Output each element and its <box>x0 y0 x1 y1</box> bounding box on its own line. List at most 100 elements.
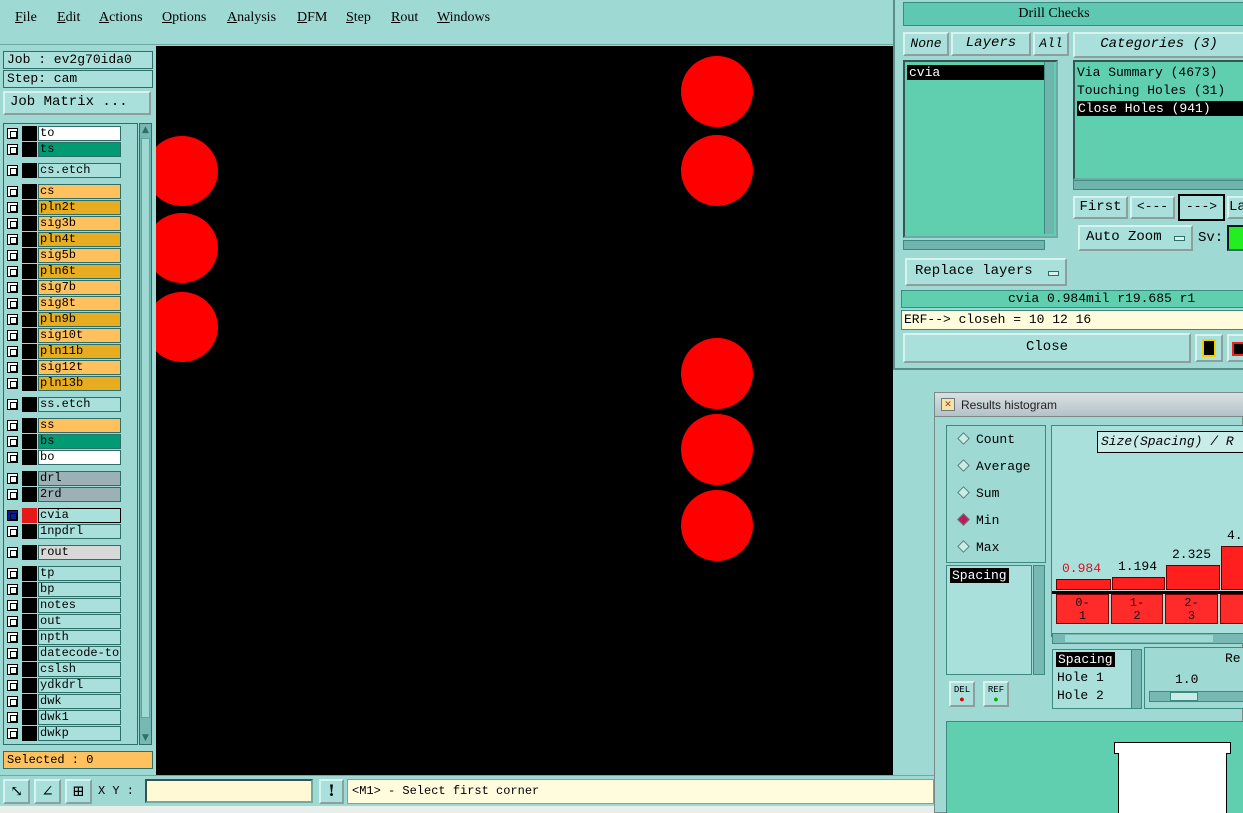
min-radio[interactable]: Min <box>957 513 999 528</box>
layer-row-datecode-to[interactable]: datecode-to <box>3 646 121 661</box>
via-pad[interactable] <box>681 490 753 561</box>
layer-color-swatch[interactable] <box>22 163 37 178</box>
layer-checkbox[interactable] <box>7 547 18 558</box>
layer-checkbox[interactable] <box>7 202 18 213</box>
warning-button[interactable]: ! <box>319 779 344 804</box>
layer-row-cvia[interactable]: cvia <box>3 508 121 523</box>
list-item[interactable]: Spacing <box>950 568 1009 583</box>
layer-checkbox[interactable] <box>7 266 18 277</box>
layer-name[interactable]: tp <box>38 566 121 581</box>
layer-row-ss[interactable]: ss <box>3 418 121 433</box>
layer-row-pln2t[interactable]: pln2t <box>3 200 121 215</box>
layer-color-swatch[interactable] <box>22 630 37 645</box>
layer-name[interactable]: ydkdrl <box>38 678 121 693</box>
menu-analysis[interactable]: Analysis <box>227 10 276 26</box>
prev-button[interactable]: <--- <box>1130 196 1175 219</box>
layer-color-swatch[interactable] <box>22 280 37 295</box>
layer-checkbox[interactable] <box>7 616 18 627</box>
layer-name[interactable]: pln13b <box>38 376 121 391</box>
delete-button[interactable]: DEL ● <box>949 681 975 707</box>
menu-actions[interactable]: Actions <box>99 10 143 26</box>
layer-color-swatch[interactable] <box>22 126 37 141</box>
layer-color-swatch[interactable] <box>22 397 37 412</box>
layer-color-swatch[interactable] <box>22 471 37 486</box>
list-item[interactable]: Spacing <box>1056 652 1115 667</box>
category-list[interactable]: Via Summary (4673) Touching Holes (31) C… <box>1073 60 1243 180</box>
layer-name[interactable]: ss.etch <box>38 397 121 412</box>
histogram-hscrollbar[interactable] <box>1052 633 1243 644</box>
refresh-button[interactable]: REF ● <box>983 681 1009 707</box>
snap-grid-button[interactable]: ⊞ <box>65 779 92 804</box>
layer-name[interactable]: cvia <box>38 508 121 523</box>
highlight-button[interactable] <box>1227 334 1243 362</box>
layer-row-tp[interactable]: tp <box>3 566 121 581</box>
layer-row-ss.etch[interactable]: ss.etch <box>3 397 121 412</box>
list-item[interactable]: Via Summary (4673) <box>1077 65 1217 80</box>
layer-color-swatch[interactable] <box>22 566 37 581</box>
layer-name[interactable]: 2rd <box>38 487 121 502</box>
layer-checkbox[interactable] <box>7 473 18 484</box>
layer-checkbox[interactable] <box>7 584 18 595</box>
graphic-canvas[interactable] <box>156 46 893 775</box>
layer-row-ydkdrl[interactable]: ydkdrl <box>3 678 121 693</box>
histogram-bar[interactable] <box>1166 565 1220 590</box>
layer-name[interactable]: notes <box>38 598 121 613</box>
metric-list[interactable]: Spacing <box>946 565 1032 675</box>
layer-checkbox[interactable] <box>7 314 18 325</box>
layer-row-cs.etch[interactable]: cs.etch <box>3 163 121 178</box>
layer-checkbox[interactable] <box>7 378 18 389</box>
report-button[interactable] <box>1195 334 1223 362</box>
layer-color-swatch[interactable] <box>22 545 37 560</box>
menu-options[interactable]: Options <box>162 10 206 26</box>
layer-name[interactable]: bp <box>38 582 121 597</box>
layer-name[interactable]: rout <box>38 545 121 560</box>
layer-name[interactable]: sig5b <box>38 248 121 263</box>
layer-row-pln6t[interactable]: pln6t <box>3 264 121 279</box>
layer-row-cs[interactable]: cs <box>3 184 121 199</box>
layer-name[interactable]: sig10t <box>38 328 121 343</box>
layer-name[interactable]: dwk <box>38 694 121 709</box>
layer-name[interactable]: cslsh <box>38 662 121 677</box>
layer-color-swatch[interactable] <box>22 264 37 279</box>
layer-checkbox[interactable] <box>7 186 18 197</box>
layer-row-bp[interactable]: bp <box>3 582 121 597</box>
all-button[interactable]: All <box>1033 32 1069 56</box>
via-pad[interactable] <box>156 213 218 283</box>
layer-row-sig8t[interactable]: sig8t <box>3 296 121 311</box>
layer-color-swatch[interactable] <box>22 726 37 741</box>
layer-checkbox[interactable] <box>7 489 18 500</box>
via-pad[interactable] <box>681 338 753 409</box>
layer-name[interactable]: cs <box>38 184 121 199</box>
layer-color-swatch[interactable] <box>22 694 37 709</box>
menu-rout[interactable]: Rout <box>391 10 418 26</box>
layer-color-swatch[interactable] <box>22 344 37 359</box>
layer-checkbox[interactable] <box>7 234 18 245</box>
layer-checkbox[interactable] <box>7 218 18 229</box>
layer-checkbox[interactable] <box>7 399 18 410</box>
metric-list-scrollbar[interactable] <box>1033 565 1045 675</box>
layer-color-swatch[interactable] <box>22 614 37 629</box>
layer-checkbox[interactable] <box>7 600 18 611</box>
field-list[interactable]: Spacing Hole 1 Hole 2 <box>1052 649 1132 709</box>
layer-checkbox[interactable] <box>7 282 18 293</box>
layer-checkbox[interactable] <box>7 298 18 309</box>
layer-name[interactable]: pln4t <box>38 232 121 247</box>
job-matrix-button[interactable]: Job Matrix ... <box>3 91 151 115</box>
layer-row-notes[interactable]: notes <box>3 598 121 613</box>
layer-checkbox[interactable] <box>7 632 18 643</box>
layers-button[interactable]: Layers <box>951 32 1031 56</box>
severity-indicator[interactable] <box>1227 225 1243 251</box>
none-button[interactable]: None <box>903 32 949 56</box>
layer-color-swatch[interactable] <box>22 434 37 449</box>
menu-file[interactable]: File <box>15 10 37 26</box>
layer-list-scrollbar[interactable]: ▲ ▼ <box>139 123 152 745</box>
layer-row-sig10t[interactable]: sig10t <box>3 328 121 343</box>
layer-row-out[interactable]: out <box>3 614 121 629</box>
layer-checkbox[interactable] <box>7 728 18 739</box>
zoom-box-button[interactable]: ⤡ <box>3 779 30 804</box>
scroll-thumb[interactable] <box>1065 635 1213 642</box>
layer-name[interactable]: dwkp <box>38 726 121 741</box>
layer-row-dwk1[interactable]: dwk1 <box>3 710 121 725</box>
layer-checkbox[interactable] <box>7 696 18 707</box>
histogram-bin-label[interactable] <box>1220 594 1243 624</box>
